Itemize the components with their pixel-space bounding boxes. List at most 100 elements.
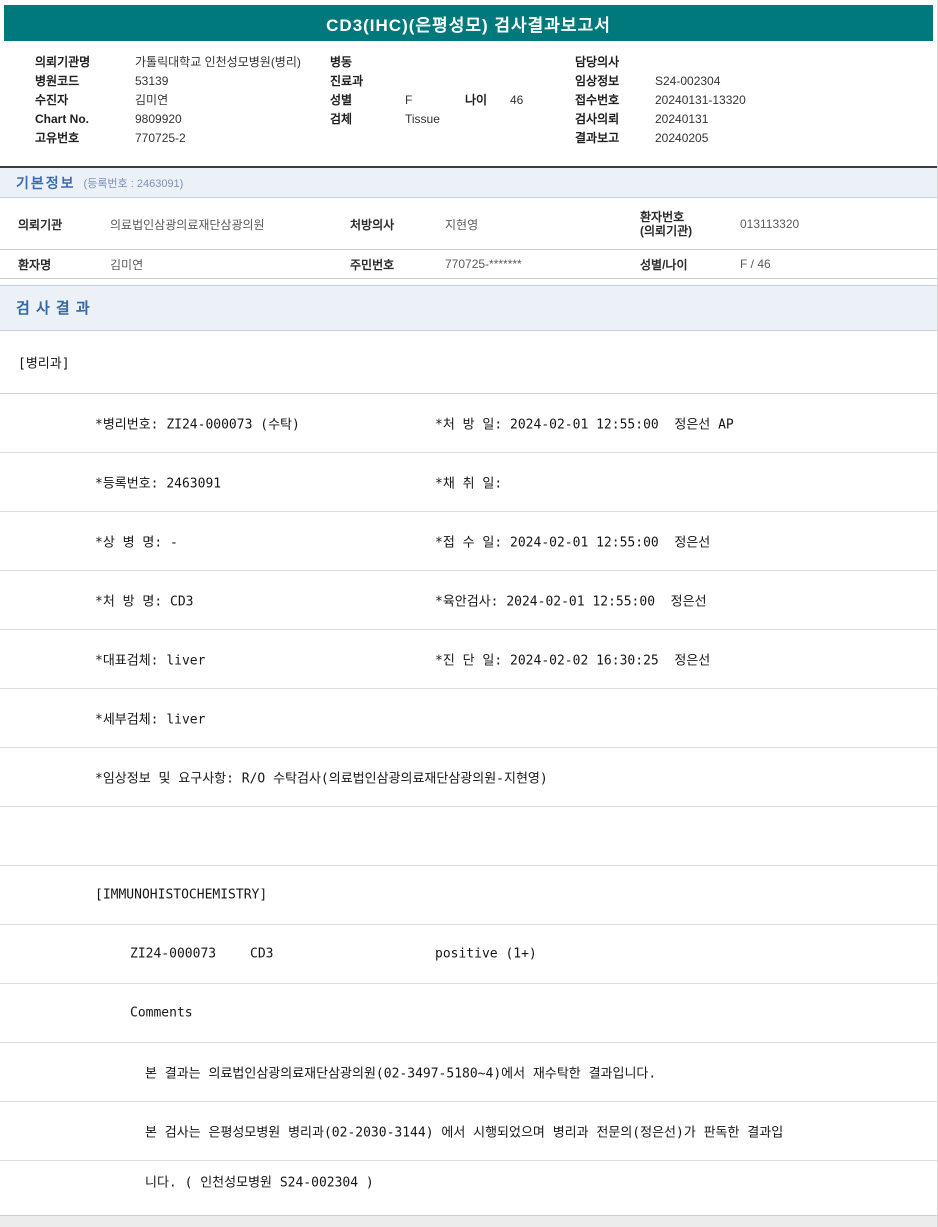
field-label: 성별/나이 xyxy=(640,257,688,272)
info-label: 접수번호 xyxy=(575,93,620,107)
test-name: CD3 xyxy=(250,946,274,962)
results-section-header: 검 사 결 과 xyxy=(0,285,937,331)
field-value: 지현영 xyxy=(445,217,479,232)
info-row: 의뢰기관명 가톨릭대학교 인천성모병원(병리) xyxy=(35,52,301,71)
comment-line: 본 결과는 의료법인삼광의료재단삼광의원(02-3497-5180~4)에서 재… xyxy=(145,1066,657,1082)
basic-info-table: 의뢰기관 의료법인삼광의료재단삼광의원 처방의사 지현영 환자번호 (의뢰기관)… xyxy=(0,199,937,279)
department-label: [병리과] xyxy=(18,356,70,372)
info-value: 20240205 xyxy=(655,130,709,145)
field-label: 환자명 xyxy=(18,257,52,272)
result-detail-row: *임상정보 및 요구사항: R/O 수탁검사(의료법인삼광의료재단삼광의원-지현… xyxy=(0,748,937,807)
field-value: 의료법인삼광의료재단삼광의원 xyxy=(110,217,265,232)
field-label: 처방의사 xyxy=(350,217,395,232)
info-label: 수진자 xyxy=(35,93,69,107)
lab-report-page: CD3(IHC)(은평성모) 검사결과보고서 의뢰기관명 가톨릭대학교 인천성모… xyxy=(0,0,938,1227)
result-detail-row: *처 방 명: CD3 *육안검사: 2024-02-01 12:55:00 정… xyxy=(0,571,937,630)
report-title-banner: CD3(IHC)(은평성모) 검사결과보고서 xyxy=(4,5,933,41)
detail-left: *세부검체: liver xyxy=(95,712,206,728)
info-row: 결과보고 20240205 xyxy=(575,128,746,147)
info-row: 성별 F 나이 46 xyxy=(330,90,523,109)
detail-left: *상 병 명: - xyxy=(95,535,178,551)
info-row: 고유번호 770725-2 xyxy=(35,128,301,147)
results-body: [병리과] *병리번호: ZI24-000073 (수탁) *처 방 일: 20… xyxy=(0,331,937,1200)
detail-right: *육안검사: 2024-02-01 12:55:00 정은선 xyxy=(435,594,707,610)
info-row: 담당의사 xyxy=(575,52,746,71)
info-row: 수진자 김미연 xyxy=(35,90,301,109)
comments-header-row: Comments xyxy=(0,984,937,1043)
result-detail-row: *대표검체: liver *진 단 일: 2024-02-02 16:30:25… xyxy=(0,630,937,689)
info-value: 46 xyxy=(510,92,524,107)
field-label-line1: 환자번호 xyxy=(640,210,685,224)
info-row: 검사의뢰 20240131 xyxy=(575,109,746,128)
result-detail-row: *세부검체: liver xyxy=(0,689,937,748)
detail-left: *임상정보 및 요구사항: R/O 수탁검사(의료법인삼광의료재단삼광의원-지현… xyxy=(95,771,548,787)
info-value: 53139 xyxy=(135,73,169,88)
detail-right: *처 방 일: 2024-02-01 12:55:00 정은선 AP xyxy=(435,417,734,433)
table-row: 환자명 김미연 주민번호 770725-******* 성별/나이 F / 46 xyxy=(0,250,937,279)
detail-left: *대표검체: liver xyxy=(95,653,206,669)
info-label: 나이 xyxy=(465,93,488,107)
ihc-header-label: [IMMUNOHISTOCHEMISTRY] xyxy=(95,887,268,903)
info-label: 검사의뢰 xyxy=(575,112,620,126)
info-label: 결과보고 xyxy=(575,131,620,145)
result-detail-row: *병리번호: ZI24-000073 (수탁) *처 방 일: 2024-02-… xyxy=(0,394,937,453)
comment-line-row: 본 결과는 의료법인삼광의료재단삼광의원(02-3497-5180~4)에서 재… xyxy=(0,1043,937,1102)
field-value: 013113320 xyxy=(740,217,800,231)
info-row: Chart No. 9809920 xyxy=(35,109,301,128)
specimen-number: ZI24-000073 xyxy=(130,946,217,962)
department-row: [병리과] xyxy=(0,331,937,394)
test-result: positive (1+) xyxy=(435,946,537,962)
info-label: 의뢰기관명 xyxy=(35,55,91,69)
info-value: F xyxy=(405,92,413,107)
info-label: 임상정보 xyxy=(575,74,620,88)
info-label: 진료과 xyxy=(330,74,364,88)
info-label: Chart No. xyxy=(35,111,89,126)
info-label: 병원코드 xyxy=(35,74,80,88)
info-value: S24-002304 xyxy=(655,73,721,88)
field-label: 주민번호 xyxy=(350,257,395,272)
detail-right: *채 취 일: xyxy=(435,476,503,492)
horizontal-scrollbar[interactable] xyxy=(0,1215,937,1227)
info-row: 병원코드 53139 xyxy=(35,71,301,90)
section-subtitle: (등록번호 : 2463091) xyxy=(83,177,184,190)
info-label: 성별 xyxy=(330,93,353,107)
comments-label: Comments xyxy=(130,1005,193,1021)
result-detail-row: *등록번호: 2463091 *채 취 일: xyxy=(0,453,937,512)
ihc-header-row: [IMMUNOHISTOCHEMISTRY] xyxy=(0,866,937,925)
section-title: 검 사 결 과 xyxy=(16,300,91,317)
detail-left: *병리번호: ZI24-000073 (수탁) xyxy=(95,417,300,433)
comment-line: 니다. ( 인천성모병원 S24-002304 ) xyxy=(145,1175,374,1190)
report-title: CD3(IHC)(은평성모) 검사결과보고서 xyxy=(326,15,611,35)
referring-org-group: 의뢰기관명 가톨릭대학교 인천성모병원(병리) 병원코드 53139 수진자 김… xyxy=(35,52,301,147)
info-row: 검체 Tissue xyxy=(330,109,523,128)
info-row: 병동 xyxy=(330,52,523,71)
info-value: 770725-2 xyxy=(135,130,186,145)
comment-line-row: 본 검사는 은평성모병원 병리과(02-2030-3144) 에서 시행되었으며… xyxy=(0,1102,937,1161)
info-value: 가톨릭대학교 인천성모병원(병리) xyxy=(135,55,301,69)
info-value: 20240131 xyxy=(655,111,709,126)
info-label: 검체 xyxy=(330,112,353,126)
section-title: 기본정보 xyxy=(16,174,76,191)
detail-left: *처 방 명: CD3 xyxy=(95,594,194,610)
info-label: 담당의사 xyxy=(575,55,620,69)
comment-line: 본 검사는 은평성모병원 병리과(02-2030-3144) 에서 시행되었으며… xyxy=(145,1125,784,1141)
detail-right: *진 단 일: 2024-02-02 16:30:25 정은선 xyxy=(435,653,711,669)
detail-right: *접 수 일: 2024-02-01 12:55:00 정은선 xyxy=(435,535,711,551)
patient-attrs-group: 병동 진료과 성별 F 나이 46 검체 Tissue xyxy=(330,52,523,128)
ihc-result-row: ZI24-000073 CD3 positive (1+) xyxy=(0,925,937,984)
info-label: 고유번호 xyxy=(35,131,80,145)
info-value: 20240131-13320 xyxy=(655,92,746,107)
info-row: 접수번호 20240131-13320 xyxy=(575,90,746,109)
info-row: 임상정보 S24-002304 xyxy=(575,71,746,90)
field-label-line2: (의뢰기관) xyxy=(640,224,693,238)
info-row: 진료과 xyxy=(330,71,523,90)
info-value: 김미연 xyxy=(135,93,169,107)
basic-info-section-header: 기본정보 (등록번호 : 2463091) xyxy=(0,168,937,198)
order-meta-group: 담당의사 임상정보 S24-002304 접수번호 20240131-13320… xyxy=(575,52,746,147)
detail-left: *등록번호: 2463091 xyxy=(95,476,222,492)
patient-info-header: 의뢰기관명 가톨릭대학교 인천성모병원(병리) 병원코드 53139 수진자 김… xyxy=(0,52,937,164)
field-value: 770725-******* xyxy=(445,257,522,271)
field-value: 김미연 xyxy=(110,257,144,272)
info-value: 9809920 xyxy=(135,111,182,126)
info-label: 병동 xyxy=(330,55,353,69)
